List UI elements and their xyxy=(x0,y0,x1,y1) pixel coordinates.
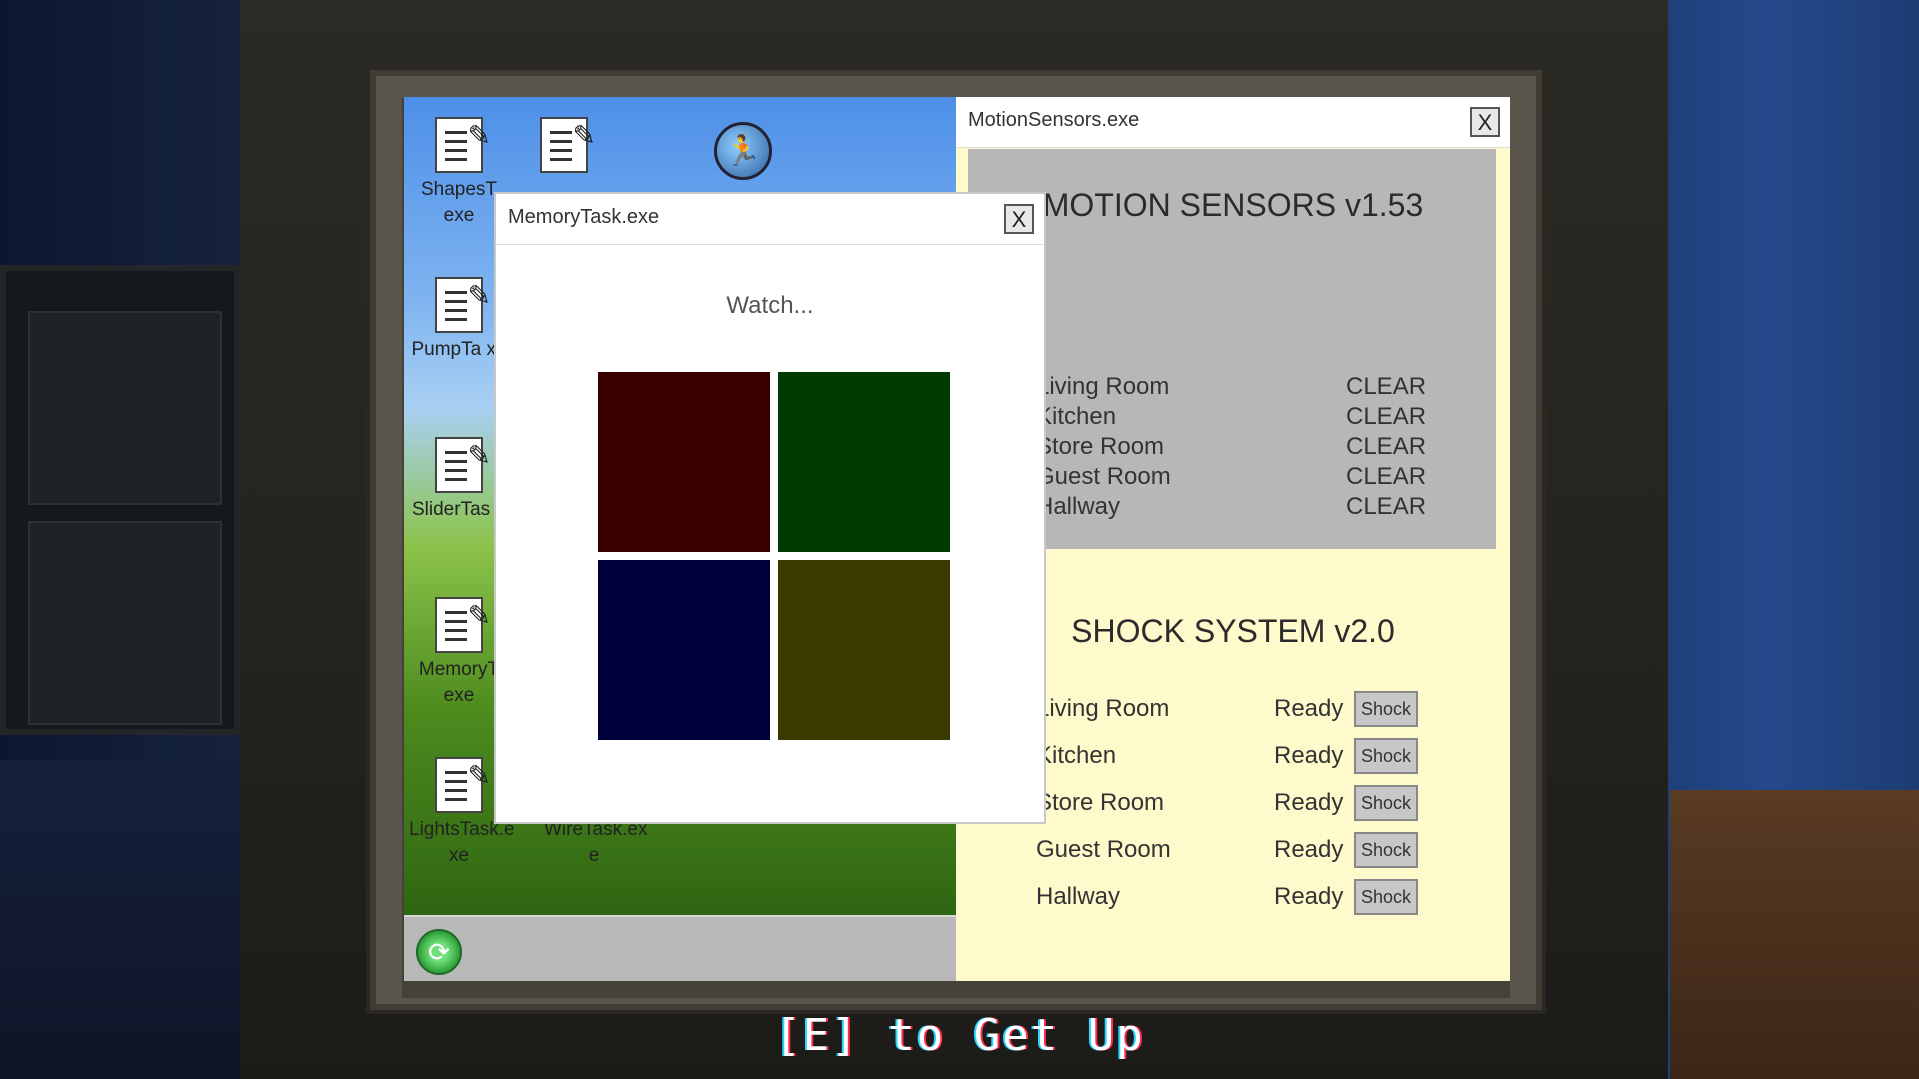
runner-globe-icon[interactable]: 🏃 xyxy=(714,122,772,180)
memory-tile-green[interactable] xyxy=(778,372,950,552)
shock-room-name: Store Room xyxy=(1036,789,1165,816)
shock-room-name: Living Room xyxy=(1036,695,1170,722)
shock-button[interactable]: Shock xyxy=(1354,832,1418,868)
shock-room-status: Ready xyxy=(1274,695,1344,722)
shock-room-name: Guest Room xyxy=(1036,836,1171,863)
window-pane-top xyxy=(28,311,222,505)
refresh-start-icon[interactable]: ⟳ xyxy=(416,929,462,975)
motion-room-name: Living Room xyxy=(1036,373,1170,400)
motion-room-status: CLEAR xyxy=(1346,463,1427,490)
computer-screen: ShapesT exe 🏃 PumpTa xe SliderTas e Memo… xyxy=(404,97,1510,981)
motion-room-name: Kitchen xyxy=(1036,403,1117,430)
notepad-icon xyxy=(435,117,491,173)
desktop-icon-hidden-task[interactable] xyxy=(514,117,614,173)
shock-button[interactable]: Shock xyxy=(1354,785,1418,821)
shock-room-status: Ready xyxy=(1274,883,1344,910)
shock-button[interactable]: Shock xyxy=(1354,691,1418,727)
titlebar: MotionSensors.exe X xyxy=(956,97,1510,148)
shock-room-status: Ready xyxy=(1274,742,1344,769)
motion-room-status: CLEAR xyxy=(1346,493,1427,520)
motion-room-status: CLEAR xyxy=(1346,373,1427,400)
window-title: MemoryTask.exe xyxy=(508,206,660,228)
shock-button[interactable]: Shock xyxy=(1354,738,1418,774)
notepad-icon xyxy=(540,117,596,173)
window-pane-bottom xyxy=(28,521,222,725)
memory-tile-yellow[interactable] xyxy=(778,560,950,740)
desktop-icon-label: LightsTask.e xe xyxy=(409,819,515,866)
memory-tile-blue[interactable] xyxy=(598,560,770,740)
shock-button[interactable]: Shock xyxy=(1354,879,1418,915)
notepad-icon xyxy=(435,757,491,813)
motion-room-status: CLEAR xyxy=(1346,403,1427,430)
notepad-icon xyxy=(435,597,491,653)
close-button[interactable]: X xyxy=(1004,204,1034,234)
memory-task-window: MemoryTask.exe X Watch... xyxy=(494,192,1046,824)
desktop-icon-label: WireTask.ex e xyxy=(544,819,648,866)
window-title: MotionSensors.exe xyxy=(968,109,1140,131)
shock-room-name: Hallway xyxy=(1036,883,1121,910)
close-button[interactable]: X xyxy=(1470,107,1500,137)
taskbar: ⟳ xyxy=(404,915,956,981)
memory-tile-red[interactable] xyxy=(598,372,770,552)
shock-room-name: Kitchen xyxy=(1036,742,1117,769)
motion-room-name: Store Room xyxy=(1036,433,1165,460)
notepad-icon xyxy=(435,437,491,493)
titlebar: MemoryTask.exe X xyxy=(496,194,1044,245)
room-window xyxy=(0,265,240,735)
shock-room-status: Ready xyxy=(1274,836,1344,863)
motion-room-name: Hallway xyxy=(1036,493,1121,520)
shock-room-status: Ready xyxy=(1274,789,1344,816)
motion-room-name: Guest Room xyxy=(1036,463,1171,490)
notepad-icon xyxy=(435,277,491,333)
interaction-prompt: [E] to Get Up xyxy=(774,1010,1145,1061)
motion-room-status: CLEAR xyxy=(1346,433,1427,460)
memory-prompt: Watch... xyxy=(726,292,814,319)
